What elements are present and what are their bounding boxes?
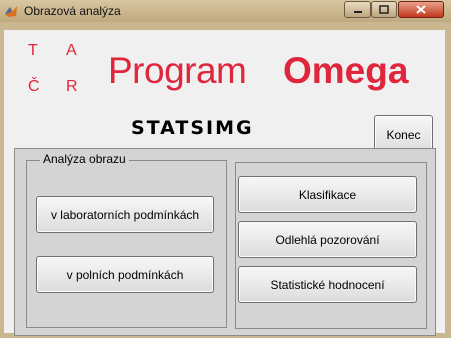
close-button[interactable] <box>398 1 444 18</box>
klasifikace-button[interactable]: Klasifikace <box>238 176 417 213</box>
omega-title: Omega <box>283 50 409 91</box>
laboratory-conditions-button[interactable]: v laboratorních podmínkách <box>36 196 214 233</box>
minimize-button[interactable] <box>344 1 371 18</box>
odlehla-pozorovani-button[interactable]: Odlehlá pozorování <box>238 221 417 258</box>
maximize-icon <box>379 4 389 14</box>
field-conditions-button[interactable]: v polních podmínkách <box>36 256 214 293</box>
logo-letter-t: T <box>28 42 38 59</box>
image-analysis-group <box>26 160 227 328</box>
close-icon <box>416 5 426 14</box>
title-bar[interactable]: Obrazová analýza <box>0 0 451 22</box>
logo-letter-c: Č <box>28 78 40 95</box>
minimize-icon <box>353 10 362 13</box>
window-title: Obrazová analýza <box>24 4 121 18</box>
program-title: Program <box>108 50 247 91</box>
matlab-icon <box>5 6 17 17</box>
app-window: Obrazová analýza T A Č R Program Omega S… <box>0 0 451 338</box>
image-analysis-group-label: Analýza obrazu <box>40 152 129 166</box>
logo-letter-r: R <box>66 78 78 95</box>
statisticke-hodnoceni-button[interactable]: Statistické hodnocení <box>238 266 417 303</box>
logo-letter-a: A <box>66 42 77 59</box>
statsimg-logo: STATSIMG <box>131 117 254 139</box>
maximize-button[interactable] <box>371 1 397 18</box>
client-area: T A Č R Program Omega STATSIMG Konec Ana… <box>4 30 445 336</box>
